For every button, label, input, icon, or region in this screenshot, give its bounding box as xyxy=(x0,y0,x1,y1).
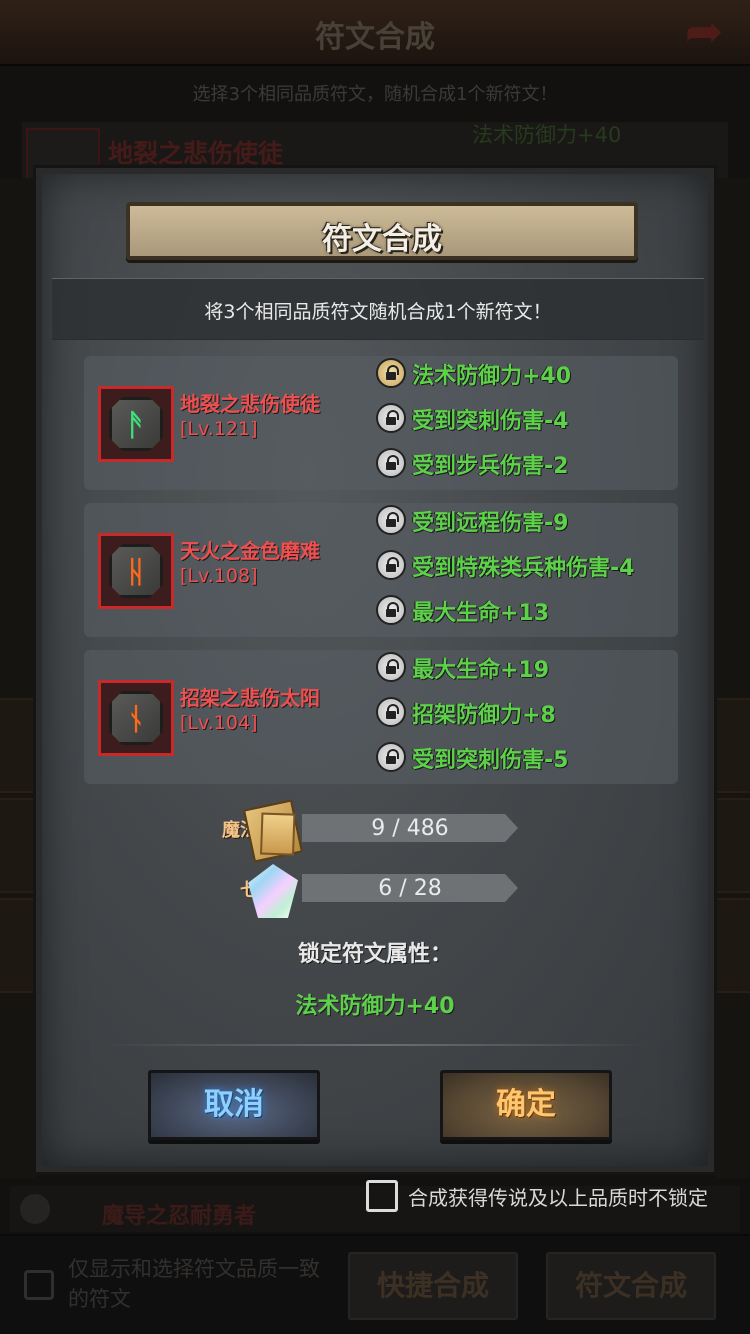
attribute-text: 最大生命+13 xyxy=(412,601,550,626)
attribute-text: 法术防御力+40 xyxy=(412,364,572,389)
rune-name: 招架之悲伤太阳 xyxy=(180,686,320,710)
instructions-text: 将3个相同品质符文随机合成1个新符文！ xyxy=(204,301,552,323)
lock-open-icon[interactable] xyxy=(376,550,406,580)
attribute-text: 最大生命+19 xyxy=(412,658,550,683)
divider xyxy=(102,1044,648,1046)
rune-card: ᚾ 招架之悲伤太阳 [Lv.104] 最大生命+19 招架防御力+8 受到突刺伤… xyxy=(84,650,678,784)
attribute-text: 招架防御力+8 xyxy=(412,703,556,728)
magic-paper-icon xyxy=(242,799,304,863)
locked-attribute-title: 锁定符文属性： xyxy=(297,942,452,967)
attribute-text: 受到突刺伤害-5 xyxy=(412,748,569,773)
compose-dialog: 符文合成 将3个相同品质符文随机合成1个新符文！ ᚫ 地裂之悲伤使徒 [Lv.1… xyxy=(36,168,714,1172)
rune-card: ᚺ 天火之金色磨难 [Lv.108] 受到远程伤害-9 受到特殊类兵种伤害-4 … xyxy=(84,503,678,637)
rune-stone-icon: ᚺ xyxy=(109,544,163,598)
rune-level: [Lv.104] xyxy=(180,712,258,734)
rune-slot[interactable]: ᚾ xyxy=(98,680,174,756)
rune-stone-icon: ᚫ xyxy=(109,397,163,451)
lock-open-icon[interactable] xyxy=(376,742,406,772)
lock-open-icon[interactable] xyxy=(376,403,406,433)
rune-level: [Lv.121] xyxy=(180,418,258,440)
lock-open-icon[interactable] xyxy=(376,595,406,625)
rune-glyph: ᚺ xyxy=(127,555,145,590)
lock-open-icon[interactable] xyxy=(376,697,406,727)
no-lock-legendary-label: 合成获得传说及以上品质时不锁定 xyxy=(408,1186,708,1210)
lock-open-icon[interactable] xyxy=(376,505,406,535)
rainbow-stone-icon xyxy=(248,864,298,918)
rune-level: [Lv.108] xyxy=(180,565,258,587)
rune-glyph: ᚫ xyxy=(127,408,145,443)
dialog-title-plate: 符文合成 xyxy=(126,202,638,260)
rune-stone-icon: ᚾ xyxy=(109,691,163,745)
rune-glyph: ᚾ xyxy=(127,702,145,737)
no-lock-legendary-checkbox[interactable] xyxy=(366,1180,398,1212)
rune-name: 地裂之悲伤使徒 xyxy=(180,392,320,416)
attribute-text: 受到突刺伤害-4 xyxy=(412,409,569,434)
dialog-instructions: 将3个相同品质符文随机合成1个新符文！ xyxy=(52,278,704,340)
resource-magic-paper: 魔法符纸 9 / 486 xyxy=(162,799,582,863)
attribute-text: 受到远程伤害-9 xyxy=(412,511,569,536)
rune-slot[interactable]: ᚫ xyxy=(98,386,174,462)
resource-value: 6 / 28 xyxy=(378,876,442,901)
cancel-button[interactable]: 取消 xyxy=(148,1070,320,1140)
attribute-text: 受到步兵伤害-2 xyxy=(412,454,569,479)
rune-name: 天火之金色磨难 xyxy=(180,539,320,563)
rune-card: ᚫ 地裂之悲伤使徒 [Lv.121] 法术防御力+40 受到突刺伤害-4 受到步… xyxy=(84,356,678,490)
attribute-text: 受到特殊类兵种伤害-4 xyxy=(412,556,635,581)
confirm-button[interactable]: 确定 xyxy=(440,1070,612,1140)
resource-value: 9 / 486 xyxy=(371,816,449,841)
dialog-title: 符文合成 xyxy=(322,222,442,257)
rune-slot[interactable]: ᚺ xyxy=(98,533,174,609)
resource-rainbow-stone: 七彩石 6 / 28 xyxy=(162,864,582,918)
lock-closed-icon[interactable] xyxy=(376,358,406,388)
lock-open-icon[interactable] xyxy=(376,448,406,478)
lock-open-icon[interactable] xyxy=(376,652,406,682)
locked-attribute-value: 法术防御力+40 xyxy=(295,994,455,1019)
